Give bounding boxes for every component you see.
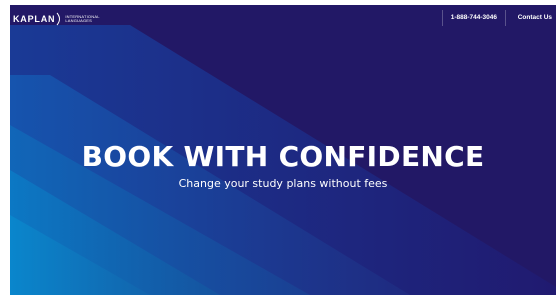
kaplan-logo[interactable]: KAPLAN INTERNATIONAL LANGUAGES xyxy=(13,11,100,27)
phone-number-link[interactable]: 1-888-744-3046 xyxy=(441,10,506,26)
logo-wordmark: KAPLAN xyxy=(13,14,56,24)
logo-swoosh-icon xyxy=(56,12,61,26)
contact-us-link[interactable]: Contact Us xyxy=(518,10,552,26)
logo-subtitle: INTERNATIONAL LANGUAGES xyxy=(65,14,99,24)
top-navigation-bar: KAPLAN INTERNATIONAL LANGUAGES 1-888-744… xyxy=(10,5,556,30)
page: KAPLAN INTERNATIONAL LANGUAGES 1-888-744… xyxy=(10,5,556,295)
hero-title: BOOK WITH CONFIDENCE xyxy=(81,140,485,173)
logo-subtitle-line-2: LANGUAGES xyxy=(65,18,93,23)
hero-subtitle: Change your study plans without fees xyxy=(178,177,388,190)
